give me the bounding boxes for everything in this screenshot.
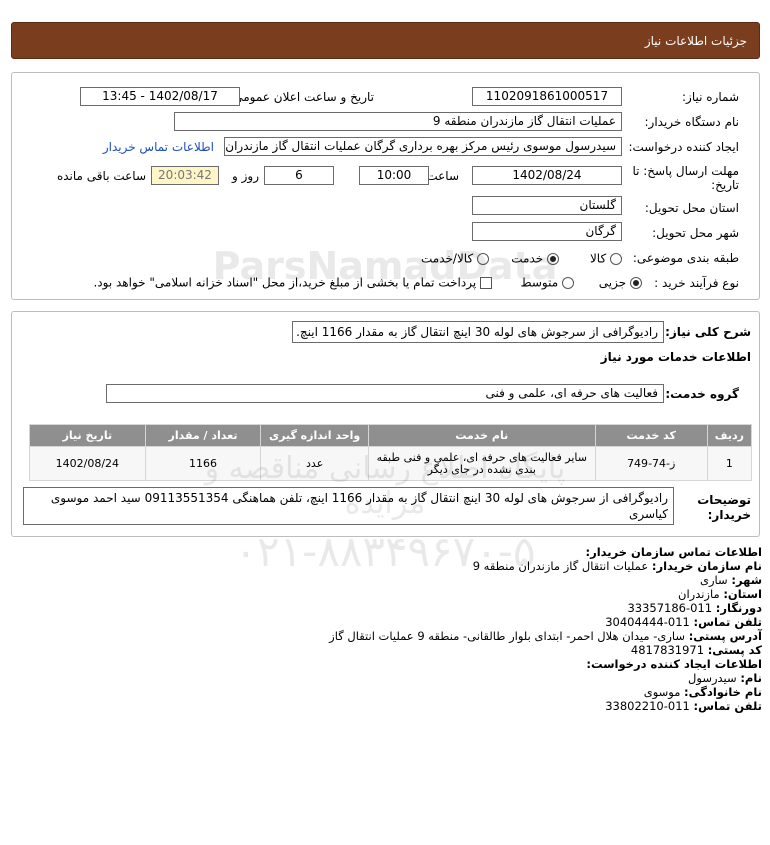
buyer-notes-field: رادیوگرافی از سرجوش های لوله 30 اینچ انت…: [23, 487, 674, 525]
creator-title: اطلاعات ایجاد کننده درخواست:: [586, 657, 762, 671]
cell-code: ز-74-749: [594, 446, 708, 481]
category-service-radio[interactable]: [547, 252, 559, 265]
category-option-service[interactable]: خدمت: [511, 251, 559, 266]
treasury-text: پرداخت تمام یا بخشی از مبلغ خرید،از محل …: [93, 275, 477, 290]
page-title: جزئیات اطلاعات نیاز: [644, 34, 747, 48]
creator-phone: تلفن تماس: 011-33802210: [605, 699, 762, 713]
remaining-time-label: ساعت باقی مانده: [56, 169, 146, 183]
province-label: استان محل تحویل:: [644, 201, 739, 215]
province-field: گلستان: [472, 196, 622, 215]
deadline-time-label: ساعت: [426, 169, 459, 183]
page-header: جزئیات اطلاعات نیاز: [11, 22, 760, 59]
service-group-label: گروه خدمت:: [665, 387, 739, 401]
process-option-medium[interactable]: متوسط: [520, 275, 574, 290]
table-header-row: ردیف کد خدمت نام خدمت واحد اندازه گیری ت…: [29, 424, 753, 447]
buyer-org-field: عملیات انتقال گاز مازندران منطقه 9: [174, 112, 622, 131]
services-section-title: اطلاعات خدمات مورد نیاز: [600, 350, 751, 364]
category-goods-service-radio[interactable]: [477, 252, 489, 265]
buyer-org-label: نام دستگاه خریدار:: [644, 115, 740, 129]
creator-first-name: نام: سیدرسول: [688, 671, 762, 685]
table-row: 1 ز-74-749 سایر فعالیت های حرفه ای، علمی…: [29, 446, 753, 481]
deadline-label: مهلت ارسال پاسخ: تا: [632, 164, 739, 178]
contact-fax: دورنگار: 011-33357186: [627, 601, 762, 615]
cell-name: سایر فعالیت های حرفه ای، علمی و فنی طبقه…: [367, 446, 596, 481]
need-details-panel: شماره نیاز: 1102091861000517 تاریخ و ساع…: [11, 72, 760, 300]
service-group-field: فعالیت های حرفه ای، علمی و فنی: [106, 384, 664, 403]
col-qty: تعداد / مقدار: [144, 424, 262, 447]
buyer-contact-link[interactable]: اطلاعات تماس خریدار: [103, 140, 214, 154]
contact-phone: تلفن تماس: 011-30404444: [605, 615, 762, 629]
city-label: شهر محل تحویل:: [652, 226, 739, 240]
contact-province: استان: مازندران: [678, 587, 762, 601]
process-option-minor[interactable]: جزیی: [599, 275, 642, 290]
cell-qty: 1166: [144, 446, 262, 481]
buyer-notes-label-2: خریدار:: [707, 508, 751, 522]
col-name: نام خدمت: [367, 424, 596, 447]
process-label: نوع فرآیند خرید :: [654, 276, 739, 290]
deadline-time-field: 10:00: [359, 166, 429, 185]
remaining-time-field: 20:03:42: [151, 166, 219, 185]
services-table: ردیف کد خدمت نام خدمت واحد اندازه گیری ت…: [29, 424, 753, 481]
days-label: روز و: [232, 169, 259, 183]
cell-row: 1: [706, 446, 753, 481]
contact-org: نام سازمان خریدار: عملیات انتقال گاز ماز…: [472, 559, 762, 573]
treasury-checkbox[interactable]: [480, 276, 492, 289]
contact-postal: کد پستی: 4817831971: [630, 643, 762, 657]
category-option-goods-service[interactable]: کالا/خدمت: [421, 251, 489, 266]
process-medium-radio[interactable]: [562, 276, 574, 289]
need-number-field: 1102091861000517: [472, 87, 622, 106]
category-option-goods[interactable]: کالا: [590, 251, 622, 266]
description-label: شرح کلی نیاز:: [665, 325, 751, 339]
days-field: 6: [264, 166, 334, 185]
creator-label: ایجاد کننده درخواست:: [628, 140, 739, 154]
city-field: گرگان: [472, 222, 622, 241]
cell-date: 1402/08/24: [29, 446, 146, 481]
deadline-date-field: 1402/08/24: [472, 166, 622, 185]
buyer-notes-label: توضیحات: [697, 493, 751, 507]
deadline-label-2: تاریخ:: [711, 178, 739, 192]
category-label: طبقه بندی موضوعی:: [632, 251, 739, 265]
process-minor-radio[interactable]: [630, 276, 642, 289]
col-date: تاریخ نیاز: [29, 424, 146, 447]
contact-title: اطلاعات تماس سازمان خریدار:: [585, 545, 762, 559]
need-number-label: شماره نیاز:: [682, 90, 739, 104]
creator-field: سیدرسول موسوی رئیس مرکز بهره برداری گرگا…: [224, 137, 622, 156]
creator-last-name: نام خانوادگی: موسوی: [643, 685, 762, 699]
treasury-option[interactable]: پرداخت تمام یا بخشی از مبلغ خرید،از محل …: [93, 275, 492, 290]
col-row: ردیف: [706, 424, 753, 447]
contact-address: آدرس پستی: ساری- میدان هلال احمر- ابتدای…: [329, 629, 762, 643]
announce-date-field: 1402/08/17 - 13:45: [80, 87, 240, 106]
description-field: رادیوگرافی از سرجوش های لوله 30 اینچ انت…: [292, 321, 664, 343]
services-panel: شرح کلی نیاز: رادیوگرافی از سرجوش های لو…: [11, 311, 760, 537]
announce-date-label: تاریخ و ساعت اعلان عمومی:: [229, 90, 374, 104]
cell-unit: عدد: [260, 446, 369, 481]
col-unit: واحد اندازه گیری: [260, 424, 369, 447]
contact-city: شهر: ساری: [699, 573, 762, 587]
col-code: کد خدمت: [594, 424, 708, 447]
category-goods-radio[interactable]: [610, 252, 622, 265]
